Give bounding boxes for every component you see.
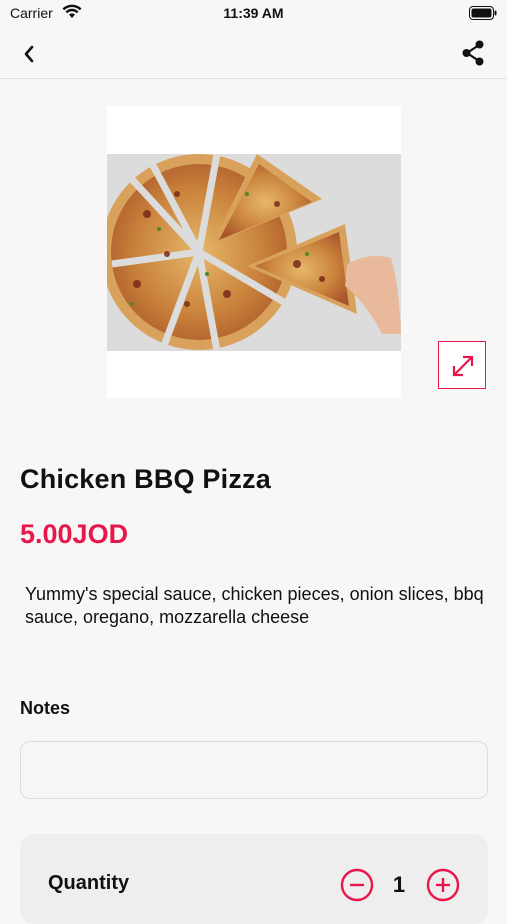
share-button[interactable] <box>459 39 487 67</box>
plus-circle-icon <box>426 868 460 902</box>
product-image-container <box>107 106 401 398</box>
increase-quantity-button[interactable] <box>426 868 460 902</box>
product-title: Chicken BBQ Pizza <box>20 464 271 494</box>
product-price: 5.00JOD <box>20 519 129 549</box>
expand-image-button[interactable] <box>438 341 486 389</box>
notes-label: Notes <box>20 698 71 718</box>
back-button[interactable] <box>18 42 42 66</box>
quantity-label: Quantity <box>48 872 130 894</box>
minus-circle-icon <box>340 868 374 902</box>
battery-icon <box>469 6 497 25</box>
chevron-left-icon <box>24 45 34 63</box>
decrease-quantity-button[interactable] <box>340 868 374 902</box>
notes-input[interactable] <box>20 741 488 799</box>
quantity-card: Quantity 1 <box>20 834 488 924</box>
clock: 11:39 AM <box>223 5 284 21</box>
pizza-image <box>107 154 401 351</box>
expand-icon <box>452 355 474 377</box>
share-icon <box>462 40 484 66</box>
product-description: Yummy's special sauce, chicken pieces, o… <box>25 584 484 627</box>
quantity-value: 1 <box>392 872 406 897</box>
status-bar: Carrier 11:39 AM <box>0 0 507 28</box>
nav-bar <box>0 28 507 79</box>
